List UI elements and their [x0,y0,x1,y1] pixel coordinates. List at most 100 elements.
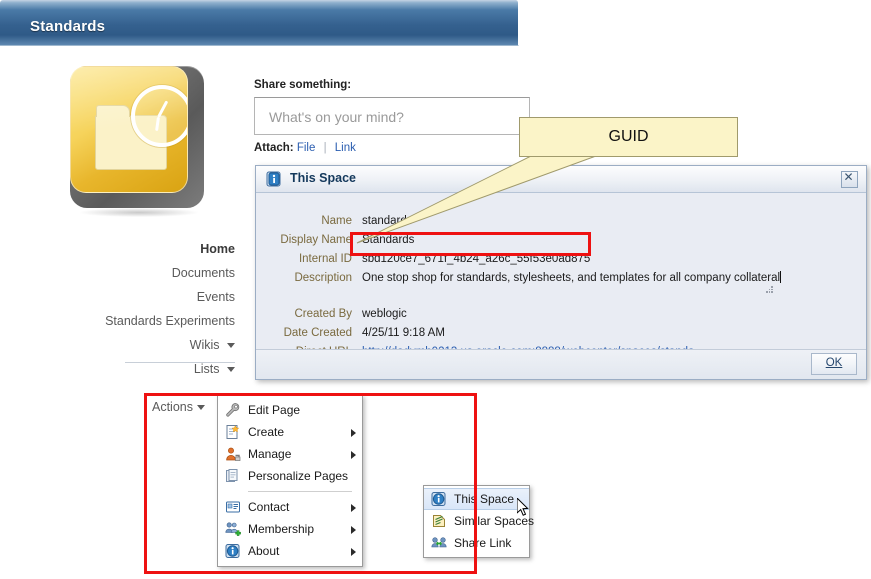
info-space-icon [431,491,447,507]
sidebar-item-label: Home [200,242,235,256]
actions-dropdown: Edit Page Create Manage Personalize Page… [217,395,534,567]
chevron-down-icon [227,343,235,349]
close-icon-glyph: ✕ [843,170,854,184]
submenu-item-this-space[interactable]: This Space [424,488,529,510]
sidebar-item-documents[interactable]: Documents [40,261,235,285]
menu-item-about[interactable]: About [218,540,362,562]
menu-item-label: Membership [248,522,315,536]
sidebar-item-wikis[interactable]: Wikis [40,333,235,357]
chevron-down-icon [197,405,205,411]
clock-hour-hand [157,100,169,118]
similar-spaces-icon [431,513,447,529]
field-label: Created By [294,308,352,320]
menu-item-label: Edit Page [248,403,301,417]
sidebar-item-label: Events [196,290,235,304]
attach-file-link[interactable]: File [297,142,316,154]
field-value: standards [362,215,413,227]
field-value: 4/25/11 9:18 AM [362,327,445,339]
submenu-arrow-icon [351,451,356,459]
mouse-cursor-icon [517,498,529,516]
sidebar-item-label: Wikis [189,338,220,352]
dialog-footer: OK [256,349,866,379]
submenu-item-similar-spaces[interactable]: Similar Spaces [424,510,534,532]
attach-separator: | [323,142,327,154]
sidebar-item-label: Standards Experiments [105,314,235,328]
chevron-down-icon [227,367,235,373]
clock-minute-hand [155,116,160,132]
guid-callout: GUID [519,117,738,157]
field-label: Description [294,272,352,284]
share-link-icon [431,535,447,551]
menu-item-label: Create [248,425,285,439]
share-input-placeholder: What's on your mind? [269,109,404,125]
sidebar-divider [125,362,235,363]
text-caret [780,271,782,283]
new-page-icon [225,424,241,440]
field-label: Name [321,215,352,227]
guid-callout-label: GUID [608,128,649,145]
menu-item-label: Manage [248,447,292,461]
submenu-arrow-icon [351,548,356,556]
menu-item-create[interactable]: Create [218,421,362,443]
clock-shape [131,85,187,147]
menu-item-label: Personalize Pages [248,469,349,483]
icon-shadow [80,208,198,217]
sidebar-item-standards-experiments[interactable]: Standards Experiments [40,309,235,333]
field-label: Internal ID [298,253,352,265]
folder-clock-icon [62,62,214,220]
header-underline [0,46,519,52]
dialog-title: This Space [290,171,356,185]
sidebar-item-events[interactable]: Events [40,285,235,309]
menu-item-contact[interactable]: Contact [218,496,362,518]
submenu-item-label: Share Link [454,536,512,550]
field-row-description: Description One stop shop for standards,… [266,270,786,287]
field-value: weblogic [362,308,407,320]
about-submenu: This Space Similar Spaces Share Link [423,485,534,558]
field-row-created-by: Created By weblogic [266,306,866,323]
field-value: Standards [362,234,415,246]
resize-grip-icon[interactable] [766,286,774,294]
icon-front-plate [70,66,188,193]
close-icon[interactable]: ✕ [841,170,858,188]
actions-label: Actions [152,400,193,414]
menu-item-label: About [248,544,280,558]
field-row-date-created: Date Created 4/25/11 9:18 AM [266,325,866,342]
info-space-icon [266,171,282,187]
submenu-arrow-icon [351,504,356,512]
submenu-item-label: This Space [454,492,515,506]
attach-link-link[interactable]: Link [335,142,356,154]
dialog-body: Name standards Display Name Standards In… [256,193,866,358]
share-something-label: Share something: [254,79,352,91]
menu-item-personalize-pages[interactable]: Personalize Pages [218,465,362,487]
space-header-banner: Standards [0,0,519,46]
ok-button-label: OK [825,357,843,369]
field-label: Date Created [283,327,352,339]
ok-button[interactable]: OK [811,353,857,375]
menu-item-label: Contact [248,500,290,514]
this-space-dialog: This Space ✕ Name standards Display Name… [255,165,867,380]
menu-item-edit-page[interactable]: Edit Page [218,399,362,421]
share-something-block: Share something: What's on your mind? At… [254,79,554,154]
pages-icon [225,468,241,484]
actions-menu-button[interactable]: Actions [152,400,205,414]
contact-card-icon [225,499,241,515]
field-value-internal-id: sbd120ce7_671f_4b24_a26c_55f53e0ad875 [362,253,591,265]
sidebar-item-label: Documents [171,266,235,280]
attach-row: Attach: File | Link [254,142,554,154]
info-icon [225,543,241,559]
sidebar-item-lists[interactable]: Lists [40,357,235,381]
share-input[interactable]: What's on your mind? [254,97,530,135]
sidebar-item-home[interactable]: Home [40,237,235,261]
menu-item-manage[interactable]: Manage [218,443,362,465]
menu-divider [248,491,352,492]
field-value-description[interactable]: One stop shop for standards, stylesheets… [362,270,782,286]
submenu-item-share-link[interactable]: Share Link [424,532,529,554]
user-manage-icon [225,446,241,462]
sidebar-item-label: Lists [193,362,220,376]
field-label: Display Name [280,234,352,246]
page-title: Standards [30,18,106,35]
wrench-icon [225,402,241,418]
submenu-arrow-icon [351,429,356,437]
sidebar-nav: Home Documents Events Standards Experime… [40,237,235,381]
menu-item-membership[interactable]: Membership [218,518,362,540]
